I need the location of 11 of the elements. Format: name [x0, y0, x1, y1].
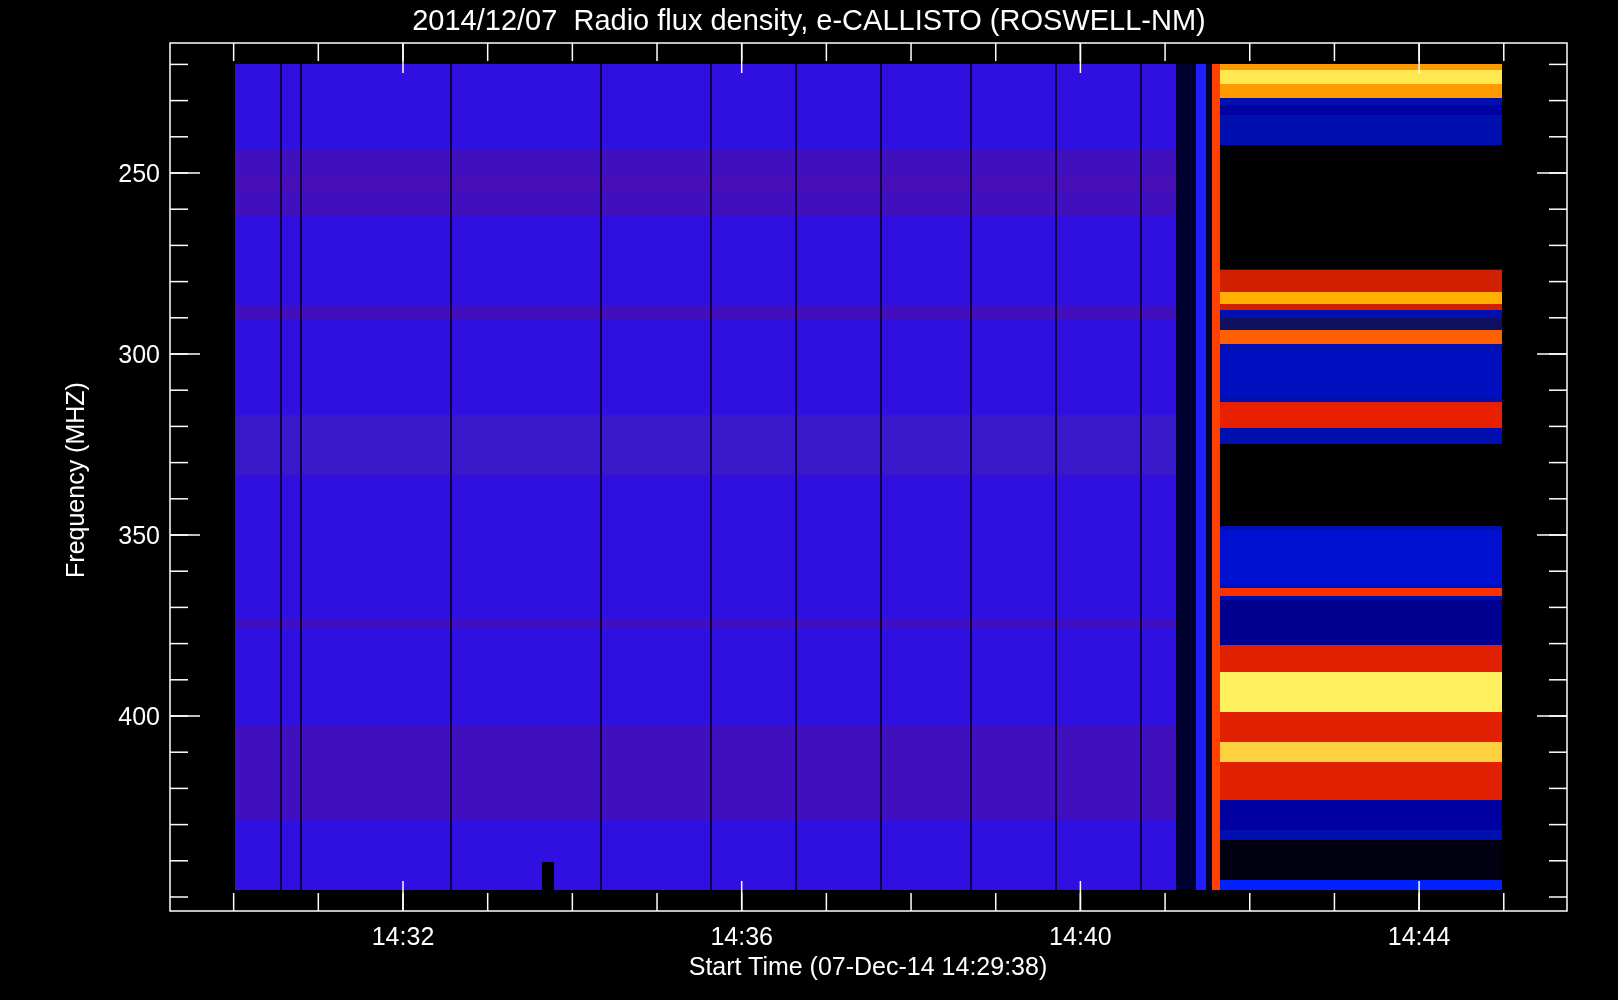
y-tick-label: 350 — [118, 521, 160, 549]
x-tick-label: 14:40 — [1049, 922, 1112, 950]
y-tick-label: 300 — [118, 340, 160, 368]
y-axis-label: Frequency (MHZ) — [61, 382, 89, 578]
chart-title: 2014/12/07 Radio flux density, e-CALLISTO (ROSWELL-NM) — [412, 4, 1206, 36]
y-tick-label: 400 — [118, 702, 160, 730]
x-axis-label: Start Time (07-Dec-14 14:29:38) — [688, 952, 1048, 980]
y-tick-label: 250 — [118, 159, 160, 187]
x-tick-label: 14:36 — [710, 922, 773, 950]
x-tick-label: 14:32 — [371, 922, 435, 950]
x-tick-label: 14:44 — [1387, 922, 1451, 950]
